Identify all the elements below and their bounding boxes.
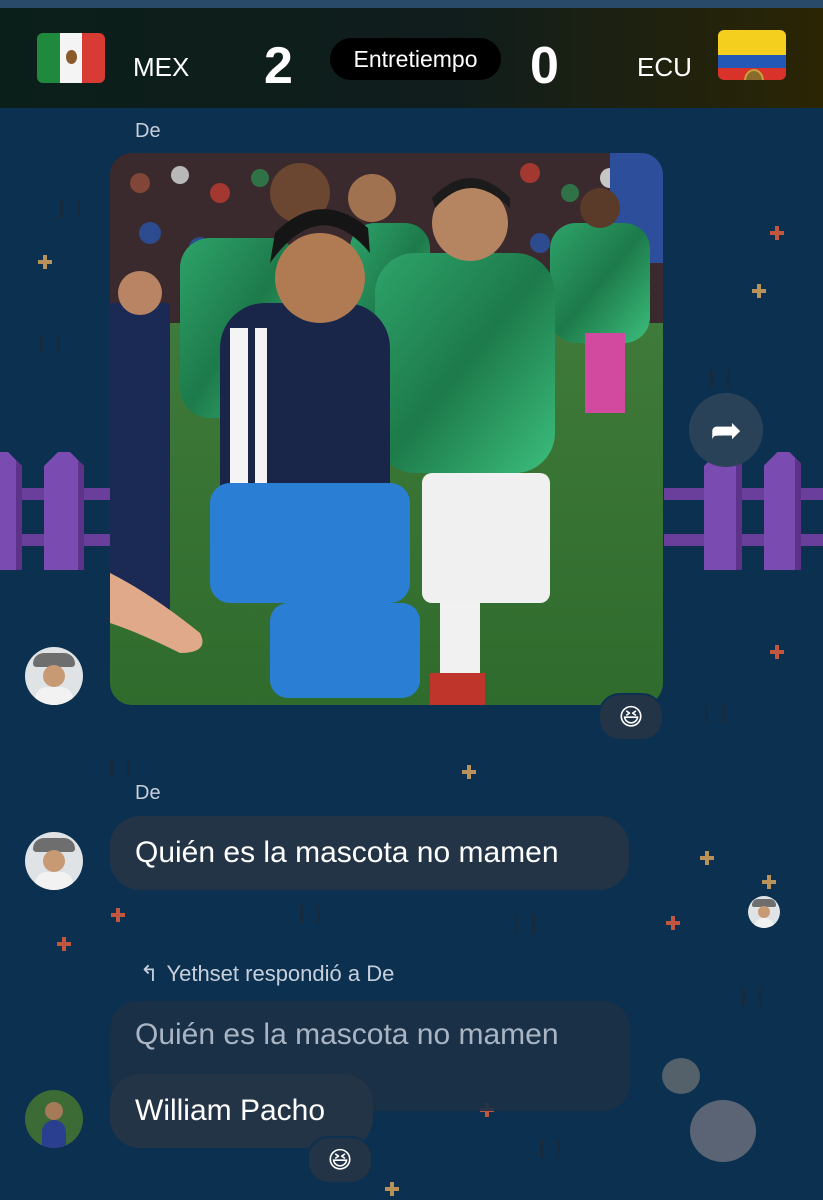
home-score: 2 — [264, 37, 293, 95]
mexico-flag-icon — [37, 33, 105, 83]
laughing-emoji-icon: 😆 — [327, 1146, 353, 1174]
reply-label-text: Yethset respondió a De — [166, 961, 395, 986]
sparkle-decoration — [57, 937, 71, 951]
message-text: William Pacho — [135, 1094, 326, 1127]
sparkle-decoration — [752, 284, 766, 298]
grass-decoration — [710, 370, 730, 388]
sparkle-decoration — [770, 226, 784, 240]
message-bubble[interactable]: Quién es la mascota no mamen — [110, 816, 629, 890]
quoted-message-text: Quién es la mascota no mamen — [135, 1018, 559, 1051]
reply-arrow-icon: ↰ — [140, 961, 159, 986]
away-team-name: ECU — [637, 52, 692, 82]
rock-decoration — [662, 1058, 700, 1094]
sparkle-decoration — [762, 875, 776, 889]
grass-decoration — [300, 905, 320, 923]
sparkle-decoration — [700, 851, 714, 865]
away-score: 0 — [530, 37, 559, 95]
share-arrow-icon: ➦ — [710, 409, 742, 452]
grass-decoration — [110, 760, 130, 778]
match-score-header[interactable]: MEX 2 Entretiempo 0 ECU — [0, 8, 823, 108]
share-forward-button[interactable]: ➦ — [689, 393, 763, 467]
grass-decoration — [705, 705, 725, 723]
shared-photo[interactable] — [110, 153, 663, 705]
status-strip — [0, 0, 823, 8]
grass-decoration — [742, 988, 762, 1006]
grass-decoration — [60, 200, 80, 218]
ecuador-flag-icon — [718, 30, 786, 80]
grass-decoration — [40, 335, 60, 353]
sparkle-decoration — [38, 255, 52, 269]
fence-decoration-left — [0, 448, 110, 570]
message-text: Quién es la mascota no mamen — [135, 836, 559, 869]
sender-avatar[interactable] — [25, 647, 83, 705]
grass-decoration — [515, 915, 535, 933]
reply-header: ↰ Yethset respondió a De — [140, 961, 394, 987]
sparkle-decoration — [770, 645, 784, 659]
grass-decoration — [540, 1140, 560, 1158]
fence-decoration-right — [664, 448, 823, 570]
sparkle-decoration — [385, 1182, 399, 1196]
rock-decoration — [690, 1100, 756, 1162]
home-team-name: MEX — [133, 52, 190, 82]
laughing-emoji-icon: 😆 — [618, 703, 644, 731]
sender-avatar[interactable] — [25, 832, 83, 890]
message-sender-name: De — [135, 120, 161, 142]
read-receipt-avatar — [748, 896, 780, 928]
sender-avatar[interactable] — [25, 1090, 83, 1148]
sparkle-decoration — [666, 916, 680, 930]
message-sender-name: De — [135, 782, 161, 804]
reaction-badge[interactable]: 😆 — [598, 693, 664, 741]
reaction-badge[interactable]: 😆 — [307, 1136, 373, 1184]
sparkle-decoration — [462, 765, 476, 779]
sparkle-decoration — [111, 908, 125, 922]
match-status-badge: Entretiempo — [330, 38, 501, 80]
